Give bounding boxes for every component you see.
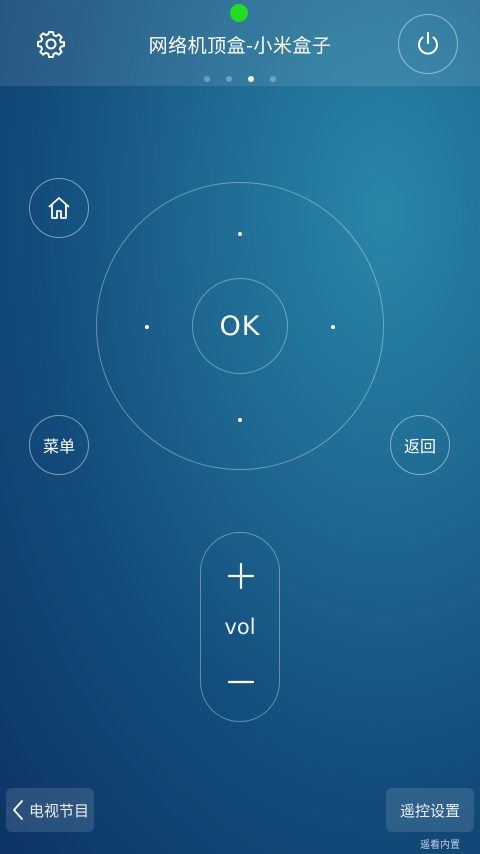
page-dot[interactable]	[270, 76, 276, 82]
dpad-up-button[interactable]	[220, 214, 260, 254]
dpad-right-button[interactable]	[313, 307, 353, 347]
page-dot-active[interactable]	[248, 76, 254, 82]
dot-icon	[331, 325, 335, 329]
volume-control: vol	[200, 532, 280, 722]
volume-up-button[interactable]	[211, 551, 271, 601]
tv-guide-label: 电视节目	[28, 801, 89, 820]
gear-icon	[37, 31, 65, 58]
menu-label: 菜单	[42, 437, 75, 456]
dot-icon	[238, 232, 242, 236]
page-indicator	[204, 75, 276, 83]
volume-label: vol	[224, 615, 256, 639]
page-dot[interactable]	[204, 76, 210, 82]
tv-guide-button[interactable]: 电视节目	[6, 788, 94, 832]
ok-button[interactable]: OK	[192, 278, 288, 374]
back-button[interactable]: 返回	[390, 415, 450, 475]
direction-pad: OK	[96, 182, 384, 470]
back-label: 返回	[403, 437, 436, 456]
volume-down-button[interactable]	[211, 657, 271, 707]
menu-button[interactable]: 菜单	[29, 415, 89, 475]
plus-icon	[227, 562, 255, 590]
settings-button[interactable]	[35, 28, 67, 60]
chevron-left-icon	[13, 800, 23, 820]
brand-note: 遥看内置	[420, 840, 460, 851]
power-button[interactable]	[398, 14, 458, 74]
minus-icon	[227, 680, 255, 684]
power-icon	[418, 32, 438, 55]
home-icon	[48, 197, 70, 219]
dot-icon	[145, 325, 149, 329]
remote-settings-button[interactable]: 遥控设置	[386, 788, 474, 832]
connection-status-dot	[230, 4, 248, 22]
device-title: 网络机顶盒-小米盒子	[148, 35, 332, 57]
page-dot[interactable]	[226, 76, 232, 82]
remote-settings-label: 遥控设置	[399, 801, 460, 820]
dpad-down-button[interactable]	[220, 400, 260, 440]
dot-icon	[238, 418, 242, 422]
dpad-left-button[interactable]	[127, 307, 167, 347]
home-button[interactable]	[29, 178, 89, 238]
